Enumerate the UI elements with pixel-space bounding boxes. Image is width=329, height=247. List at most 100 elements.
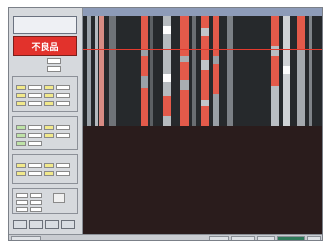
field[interactable] — [16, 125, 26, 130]
defect-marker — [201, 70, 209, 100]
taskbar-item[interactable] — [209, 236, 229, 240]
sample-strip — [309, 16, 312, 126]
defect-marker — [271, 56, 279, 86]
field[interactable] — [44, 171, 54, 176]
taskbar-item-active[interactable] — [277, 236, 305, 240]
settings-group-3 — [12, 154, 78, 184]
taskbar-item[interactable] — [231, 236, 255, 240]
field[interactable] — [30, 193, 42, 198]
field[interactable] — [16, 207, 28, 212]
defect-marker — [180, 62, 189, 80]
field[interactable] — [16, 171, 26, 176]
field[interactable] — [16, 200, 28, 205]
sample-strip — [163, 16, 171, 126]
field[interactable] — [44, 93, 54, 98]
field[interactable] — [44, 133, 54, 138]
option-box[interactable] — [53, 193, 65, 203]
field[interactable] — [28, 93, 42, 98]
lower-view-area — [83, 126, 322, 234]
defect-marker — [180, 16, 189, 56]
defect-marker — [201, 16, 209, 28]
sample-strip — [141, 16, 148, 126]
sample-strip — [201, 16, 209, 126]
field[interactable] — [16, 141, 26, 146]
field[interactable] — [28, 125, 42, 130]
field[interactable] — [44, 125, 54, 130]
inspection-line — [83, 49, 322, 50]
panel-title — [13, 16, 77, 34]
bright-spot — [163, 26, 171, 34]
field[interactable] — [56, 93, 70, 98]
defect-marker — [297, 16, 305, 50]
close-icon[interactable] — [307, 236, 321, 240]
action-button[interactable] — [13, 220, 27, 229]
defect-marker — [141, 88, 148, 126]
bright-spot — [283, 66, 290, 74]
taskbar-item[interactable] — [257, 236, 275, 240]
action-button[interactable] — [45, 220, 59, 229]
defect-marker — [141, 16, 148, 50]
action-button[interactable] — [61, 220, 75, 229]
field[interactable] — [56, 163, 70, 168]
sample-strip — [109, 16, 116, 126]
inspection-screen: 不良品 — [8, 7, 323, 241]
field[interactable] — [16, 101, 26, 106]
defect-marker — [201, 106, 209, 126]
field[interactable] — [56, 171, 70, 176]
field[interactable] — [44, 85, 54, 90]
bright-spot — [163, 74, 171, 82]
defect-marker — [213, 16, 219, 56]
field[interactable] — [28, 101, 42, 106]
defect-marker — [271, 16, 279, 46]
sample-strip — [95, 16, 98, 126]
settings-group-4 — [12, 188, 78, 214]
taskbar-item[interactable] — [11, 236, 41, 240]
defect-marker — [99, 16, 104, 126]
field[interactable] — [28, 141, 42, 146]
sample-strip — [99, 16, 104, 126]
sample-strip — [297, 16, 305, 126]
sample-strip — [180, 16, 189, 126]
field[interactable] — [56, 125, 70, 130]
sample-strip — [283, 16, 290, 126]
field[interactable] — [30, 207, 42, 212]
param-input[interactable] — [47, 58, 61, 64]
param-input[interactable] — [47, 66, 61, 72]
defect-alarm-indicator: 不良品 — [13, 36, 77, 56]
defect-marker — [201, 36, 209, 60]
inspection-image-view[interactable] — [83, 16, 322, 126]
defect-marker — [163, 96, 171, 116]
field[interactable] — [56, 133, 70, 138]
field[interactable] — [56, 85, 70, 90]
field[interactable] — [16, 133, 26, 138]
sample-strip — [192, 16, 196, 126]
field[interactable] — [16, 193, 28, 198]
field[interactable] — [30, 200, 42, 205]
taskbar — [9, 234, 322, 240]
field[interactable] — [16, 85, 26, 90]
field[interactable] — [28, 133, 42, 138]
field[interactable] — [28, 163, 42, 168]
defect-marker — [213, 64, 219, 94]
field[interactable] — [28, 85, 42, 90]
field[interactable] — [44, 101, 54, 106]
defect-marker — [141, 56, 148, 76]
settings-group-2 — [12, 116, 78, 150]
param-row — [13, 58, 77, 65]
sample-strip — [213, 16, 219, 126]
field[interactable] — [44, 163, 54, 168]
sample-strip — [150, 16, 153, 126]
param-row — [13, 66, 77, 73]
field[interactable] — [16, 93, 26, 98]
action-button[interactable] — [29, 220, 43, 229]
settings-group-1 — [12, 76, 78, 112]
control-panel: 不良品 — [9, 8, 83, 234]
field[interactable] — [28, 171, 42, 176]
field[interactable] — [16, 163, 26, 168]
defect-marker — [180, 90, 189, 126]
view-header-strip — [83, 8, 322, 16]
sample-strip — [87, 16, 91, 126]
field[interactable] — [56, 101, 70, 106]
sample-strip — [227, 16, 233, 126]
sample-strip — [271, 16, 279, 126]
